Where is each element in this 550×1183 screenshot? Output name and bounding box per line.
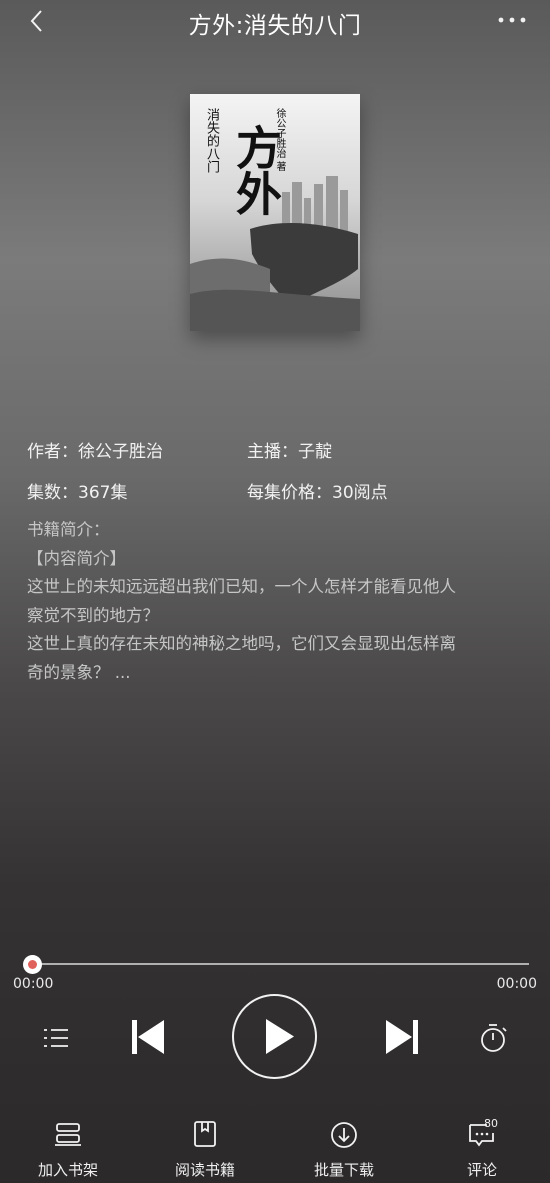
progress-bar[interactable] bbox=[33, 963, 529, 965]
progress-thumb[interactable] bbox=[23, 955, 42, 974]
cover-subtitle: 消失的八门 bbox=[204, 108, 219, 173]
play-icon bbox=[266, 1019, 294, 1054]
intro-line: 这世上的未知远远超出我们已知，一个人怎样才能看见他人 bbox=[27, 577, 456, 596]
previous-button[interactable] bbox=[128, 1018, 168, 1056]
download-icon bbox=[331, 1122, 357, 1148]
batch-download-button[interactable]: 批量下载 bbox=[289, 1108, 399, 1183]
progress-thumb-dot bbox=[28, 960, 37, 969]
comments-button[interactable]: 80 评论 bbox=[427, 1108, 537, 1183]
cover-author-credit: 徐公子胜治 著 bbox=[274, 108, 285, 172]
comments-count-badge: 80 bbox=[484, 1117, 498, 1130]
playlist-button[interactable] bbox=[42, 1024, 70, 1052]
skip-previous-icon bbox=[132, 1020, 164, 1054]
bookshelf-icon bbox=[55, 1123, 81, 1146]
intro-bracket-title: 【内容简介】 bbox=[27, 548, 126, 568]
episode-count: 集数：367集 bbox=[27, 483, 128, 503]
read-book-label: 阅读书籍 bbox=[174, 1161, 235, 1179]
intro-line: 奇的景象？ ... bbox=[27, 662, 131, 682]
intro-line: 察觉不到的地方？ bbox=[27, 605, 159, 625]
episode-price: 每集价格：30阅点 bbox=[247, 483, 388, 503]
read-book-button[interactable]: 阅读书籍 bbox=[150, 1108, 260, 1183]
more-dots-icon bbox=[498, 17, 526, 23]
time-total: 00:00 bbox=[496, 976, 537, 992]
play-button[interactable] bbox=[232, 994, 317, 1079]
author-info: 作者：徐公子胜治 bbox=[27, 442, 163, 462]
more-button[interactable] bbox=[496, 8, 528, 32]
book-icon bbox=[194, 1121, 216, 1147]
time-current: 00:00 bbox=[13, 976, 54, 992]
add-to-shelf-button[interactable]: 加入书架 bbox=[13, 1108, 123, 1183]
top-bar: 方外:消失的八门 bbox=[0, 0, 550, 44]
sleep-timer-button[interactable] bbox=[479, 1022, 509, 1054]
batch-download-label: 批量下载 bbox=[313, 1161, 374, 1179]
page-title: 方外:消失的八门 bbox=[188, 13, 362, 39]
book-intro: 书籍简介： 【内容简介】 这世上的未知远远超出我们已知，一个人怎样才能看见他人 … bbox=[27, 516, 517, 687]
add-to-shelf-label: 加入书架 bbox=[37, 1161, 98, 1179]
next-button[interactable] bbox=[382, 1018, 422, 1056]
comments-label: 评论 bbox=[466, 1161, 497, 1179]
book-cover: 方外 消失的八门 徐公子胜治 著 bbox=[190, 94, 360, 331]
timer-icon bbox=[481, 1024, 507, 1052]
playlist-icon bbox=[44, 1029, 68, 1047]
skip-next-icon bbox=[386, 1020, 418, 1054]
narrator-info: 主播：子靛 bbox=[247, 442, 332, 462]
intro-line: 这世上真的存在未知的神秘之地吗，它们又会显现出怎样离 bbox=[27, 634, 456, 653]
bottom-action-bar: 加入书架 阅读书籍 批量下载 80 评论 bbox=[0, 1108, 550, 1183]
intro-heading: 书籍简介： bbox=[27, 520, 110, 539]
